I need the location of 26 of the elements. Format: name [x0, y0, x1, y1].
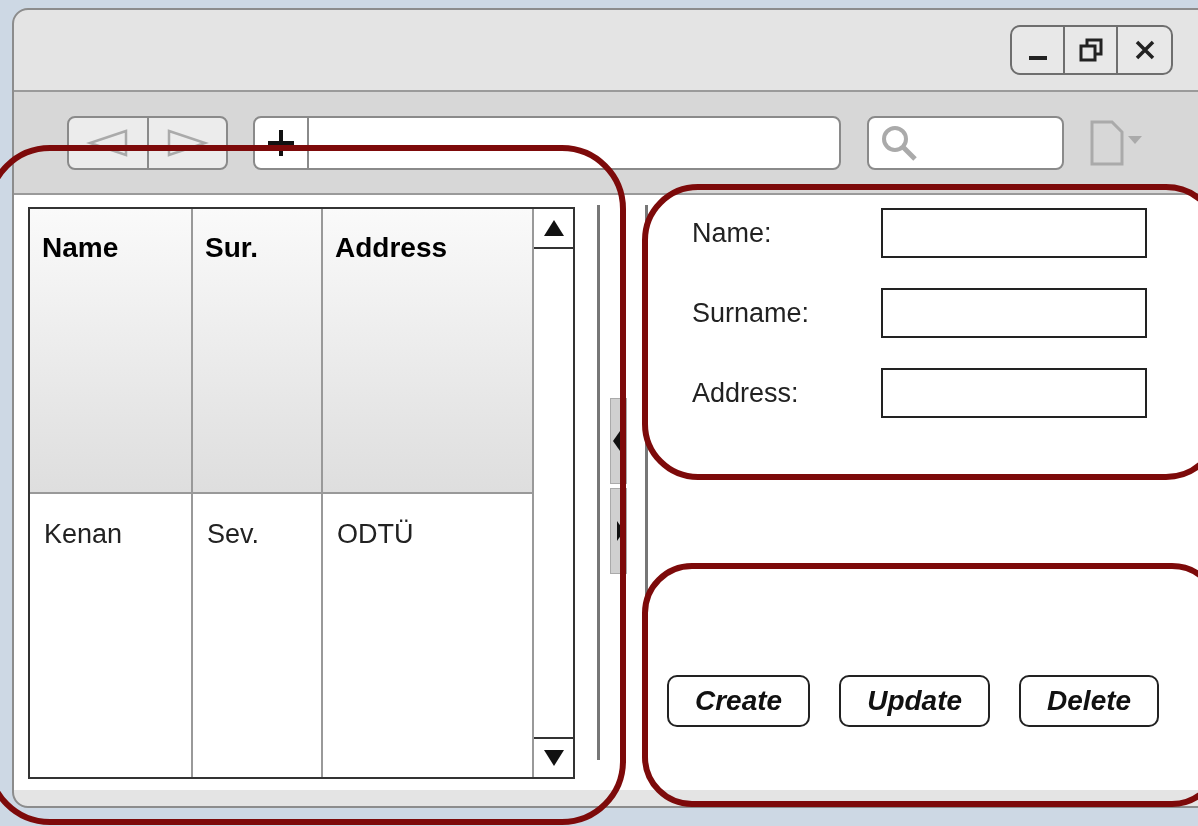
- forward-arrow-icon: [165, 127, 210, 158]
- action-button[interactable]: Create: [667, 675, 811, 727]
- minimize-icon: [1028, 56, 1047, 60]
- search-field[interactable]: [867, 115, 1064, 170]
- restore-icon: [1078, 38, 1103, 62]
- address-field[interactable]: [253, 115, 841, 170]
- field-label: Surname:: [692, 296, 811, 330]
- column-header[interactable]: Sur.: [193, 209, 323, 492]
- text-input[interactable]: [881, 288, 1147, 338]
- field-label: Address:: [692, 376, 800, 410]
- text-input[interactable]: [881, 208, 1147, 258]
- field-label: Name:: [692, 216, 773, 250]
- action-button[interactable]: Update: [839, 675, 991, 727]
- table-cell: Kenan: [30, 494, 193, 777]
- table-cell-text: ODTÜ: [336, 518, 415, 551]
- action-button[interactable]: Delete: [1019, 675, 1160, 727]
- close-icon: [1133, 39, 1156, 61]
- text-input[interactable]: [881, 368, 1147, 418]
- column-header[interactable]: Address: [323, 209, 532, 492]
- plus-icon: [266, 127, 296, 158]
- left-arrow-icon: [611, 429, 621, 453]
- column-header[interactable]: Name: [30, 209, 193, 492]
- scroll-down-icon[interactable]: [541, 748, 566, 768]
- back-arrow-icon: [85, 127, 130, 158]
- scroll-up-icon[interactable]: [541, 218, 566, 238]
- table-cell: Sev.: [193, 494, 323, 777]
